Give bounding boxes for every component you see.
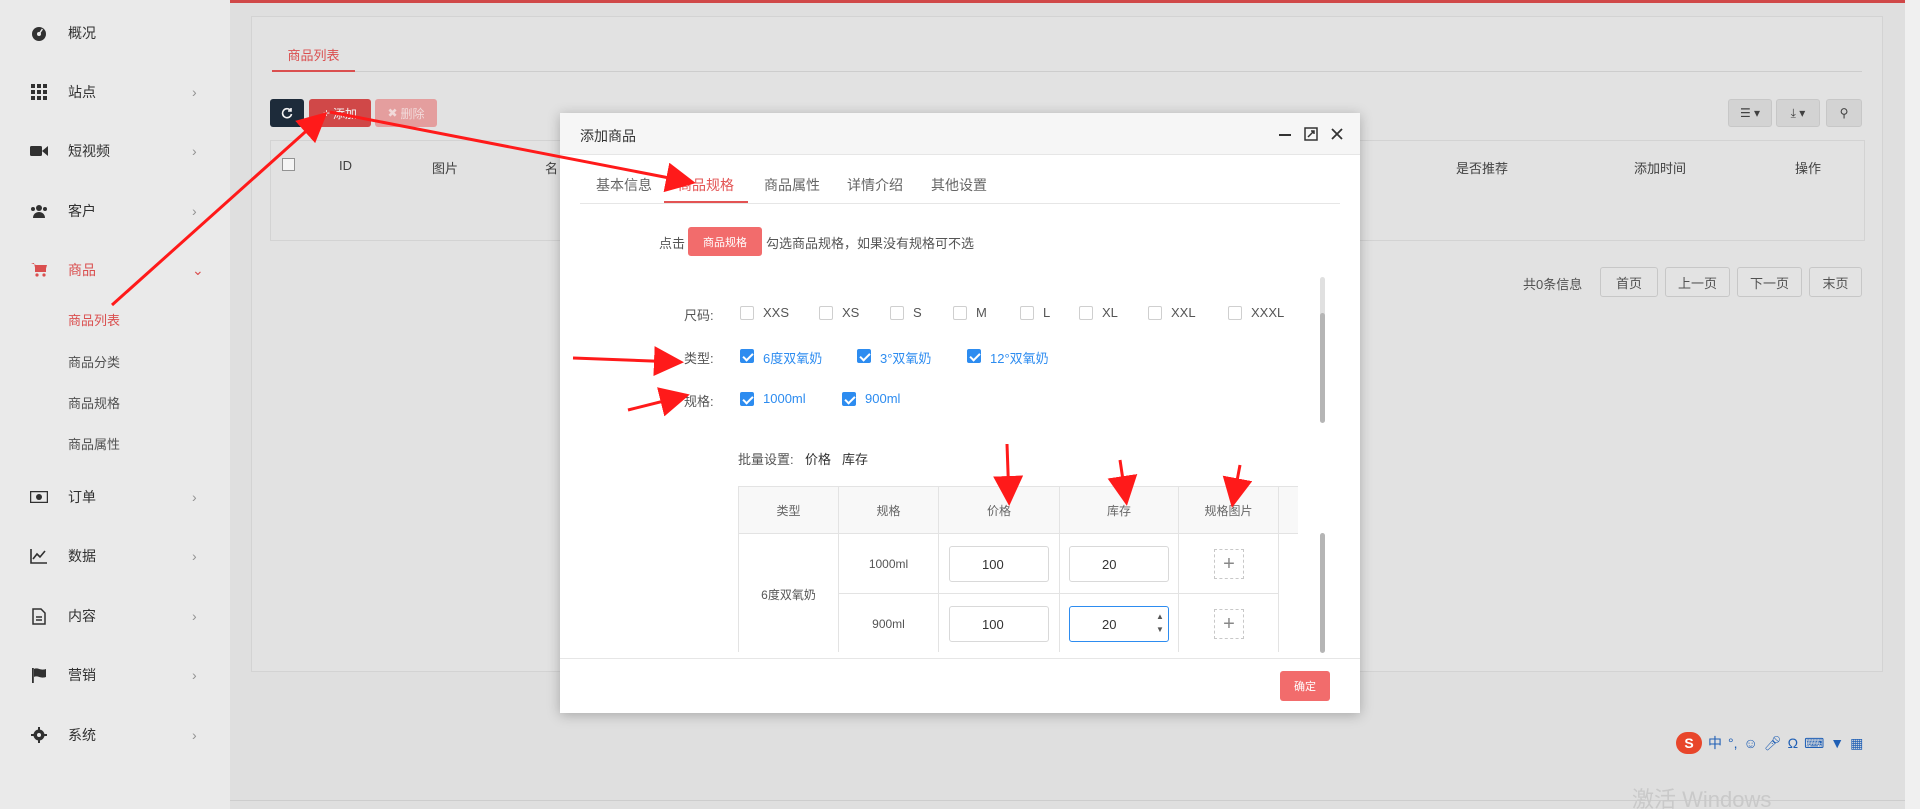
size-option[interactable]: M bbox=[976, 305, 987, 320]
size-option[interactable]: XS bbox=[842, 305, 859, 320]
grid-header-stock: 库存 bbox=[1060, 487, 1179, 534]
tab-goods-spec[interactable]: 商品规格 bbox=[678, 175, 734, 195]
size-checkbox[interactable] bbox=[1148, 306, 1162, 320]
type-label: 类型: bbox=[684, 351, 714, 366]
price-input[interactable]: 100 bbox=[949, 546, 1049, 582]
size-option[interactable]: S bbox=[913, 305, 922, 320]
grid-header-spec: 规格 bbox=[839, 487, 939, 534]
maximize-icon[interactable] bbox=[1302, 125, 1320, 143]
grid-header-type: 类型 bbox=[739, 487, 839, 534]
spec-grid: 类型 规格 价格 库存 规格图片 6度双氧奶 1000ml 900ml 100 … bbox=[738, 486, 1298, 652]
plus-icon: + bbox=[1223, 552, 1235, 575]
size-checkbox[interactable] bbox=[740, 306, 754, 320]
tab-other-settings[interactable]: 其他设置 bbox=[931, 175, 987, 195]
hint-suffix: 勾选商品规格，如果没有规格可不选 bbox=[766, 236, 975, 251]
type-checkbox[interactable] bbox=[967, 349, 981, 363]
grid-header-spec-image: 规格图片 bbox=[1179, 487, 1279, 534]
add-image-button[interactable]: + bbox=[1214, 609, 1244, 639]
modal-footer: 确定 bbox=[560, 658, 1360, 713]
type-option[interactable]: 6度双氧奶 bbox=[763, 348, 822, 367]
apps-icon: ▦ bbox=[1850, 734, 1864, 751]
headset-icon: Ω bbox=[1787, 735, 1799, 751]
batch-price-link[interactable]: 价格 bbox=[805, 449, 831, 468]
grid-cell-spec: 1000ml bbox=[839, 534, 939, 594]
tab-detail[interactable]: 详情介绍 bbox=[847, 175, 903, 195]
tab-divider bbox=[580, 203, 1340, 204]
shirt-icon: ▼ bbox=[1830, 735, 1845, 751]
size-checkbox[interactable] bbox=[1079, 306, 1093, 320]
grid-cell-type: 6度双氧奶 bbox=[739, 534, 839, 652]
batch-stock-link[interactable]: 库存 bbox=[842, 449, 868, 468]
add-goods-modal: 添加商品 基本信息 商品规格 商品属性 详情介绍 其他设置 点击 商品规格 勾选… bbox=[560, 113, 1360, 713]
type-checkbox[interactable] bbox=[857, 349, 871, 363]
grid-header-extra bbox=[1279, 487, 1298, 534]
tab-basic-info[interactable]: 基本信息 bbox=[596, 175, 652, 195]
size-checkbox[interactable] bbox=[890, 306, 904, 320]
scrollbar-thumb[interactable] bbox=[1320, 533, 1325, 653]
type-option[interactable]: 12°双氧奶 bbox=[990, 348, 1049, 367]
type-checkbox[interactable] bbox=[740, 349, 754, 363]
grid-header-price: 价格 bbox=[939, 487, 1060, 534]
batch-label: 批量设置: bbox=[738, 452, 794, 467]
size-option[interactable]: L bbox=[1043, 305, 1050, 320]
tab-goods-attr[interactable]: 商品属性 bbox=[764, 175, 820, 195]
size-checkbox[interactable] bbox=[819, 306, 833, 320]
spec-checkbox[interactable] bbox=[842, 392, 856, 406]
stock-input-focused[interactable]: 20 bbox=[1069, 606, 1169, 642]
stepper-arrows-icon[interactable]: ▲ ▼ bbox=[1156, 610, 1164, 636]
select-spec-button[interactable]: 商品规格 bbox=[688, 227, 762, 256]
smiley-icon: ☺ bbox=[1743, 735, 1758, 751]
stock-input[interactable]: 20 bbox=[1069, 546, 1169, 582]
modal-header: 添加商品 bbox=[560, 113, 1360, 155]
size-label: 尺码: bbox=[684, 308, 714, 323]
scrollbar[interactable] bbox=[1320, 277, 1325, 423]
windows-watermark: 激活 Windows bbox=[1632, 787, 1772, 809]
ime-mode-label: 中 bbox=[1708, 735, 1722, 751]
modal-title: 添加商品 bbox=[580, 128, 636, 144]
close-icon[interactable] bbox=[1328, 125, 1346, 143]
confirm-button[interactable]: 确定 bbox=[1280, 671, 1330, 701]
sogou-icon: S bbox=[1676, 732, 1702, 754]
size-option[interactable]: XXL bbox=[1171, 305, 1196, 320]
size-checkbox[interactable] bbox=[1228, 306, 1242, 320]
add-image-button[interactable]: + bbox=[1214, 549, 1244, 579]
grid-cell-spec: 900ml bbox=[839, 594, 939, 652]
size-option[interactable]: XXXL bbox=[1251, 305, 1284, 320]
hint-prefix: 点击 bbox=[659, 236, 686, 251]
mic-icon: 🎤︎ bbox=[1763, 734, 1782, 751]
size-checkbox[interactable] bbox=[1020, 306, 1034, 320]
page-scrollbar[interactable] bbox=[1905, 0, 1920, 809]
size-checkbox[interactable] bbox=[953, 306, 967, 320]
size-option[interactable]: XXS bbox=[763, 305, 789, 320]
keyboard-icon: ⌨ bbox=[1804, 734, 1825, 751]
spec-label: 规格: bbox=[684, 394, 714, 409]
scrollbar-thumb[interactable] bbox=[1320, 313, 1325, 423]
size-option[interactable]: XL bbox=[1102, 305, 1118, 320]
spec-checkbox[interactable] bbox=[740, 392, 754, 406]
minimize-icon[interactable] bbox=[1276, 125, 1294, 143]
punct-icon: °, bbox=[1728, 735, 1738, 751]
type-option[interactable]: 3°双氧奶 bbox=[880, 348, 931, 367]
ime-toolbar[interactable]: S 中 °, ☺ 🎤︎ Ω ⌨ ▼ ▦ bbox=[1676, 731, 1902, 755]
spec-option[interactable]: 1000ml bbox=[763, 391, 806, 406]
plus-icon: + bbox=[1223, 612, 1235, 635]
price-input[interactable]: 100 bbox=[949, 606, 1049, 642]
spec-option[interactable]: 900ml bbox=[865, 391, 900, 406]
